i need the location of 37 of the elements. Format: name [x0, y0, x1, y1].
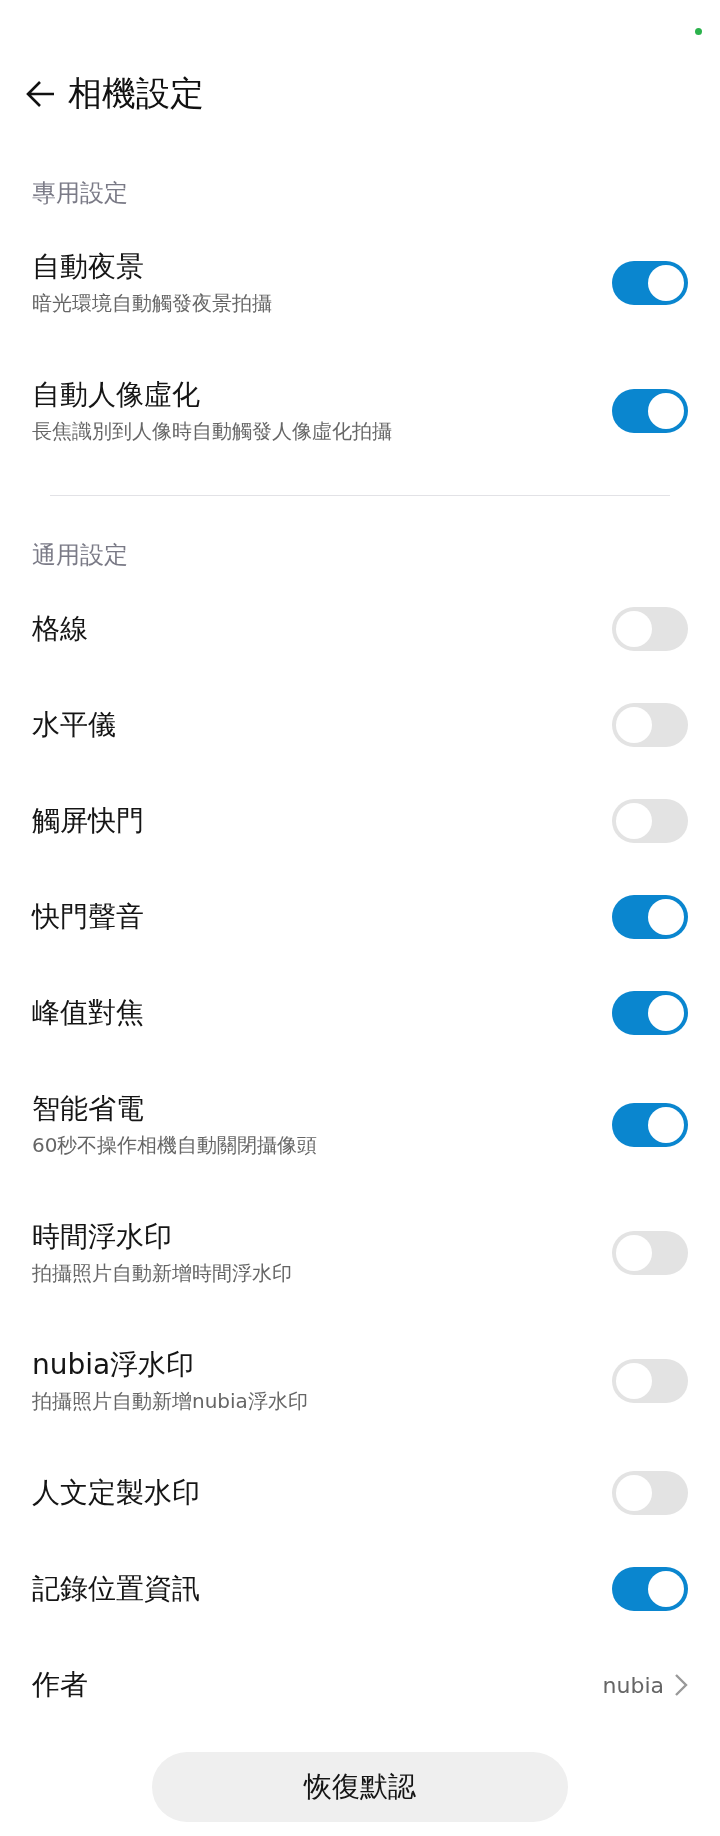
setting-title: 觸屏快門: [32, 803, 145, 839]
toggle-switch[interactable]: [612, 389, 688, 433]
setting-title: 峰值對焦: [32, 995, 145, 1031]
setting-title: 自動人像虛化: [32, 377, 201, 413]
reset-button[interactable]: 恢復默認: [152, 1752, 568, 1822]
toggle-switch[interactable]: [612, 1359, 688, 1403]
toggle-switch[interactable]: [612, 895, 688, 939]
toggle-switch[interactable]: [612, 1471, 688, 1515]
setting-title: 快門聲音: [32, 899, 145, 935]
setting-title: 時間浮水印: [32, 1219, 173, 1255]
section-header: 通用設定: [32, 540, 129, 571]
setting-title: 記錄位置資訊: [32, 1571, 201, 1607]
setting-title: 作者: [32, 1667, 89, 1703]
setting-title: 智能省電: [32, 1091, 145, 1127]
setting-description: 拍攝照片自動新增時間浮水印: [32, 1260, 293, 1287]
setting-title: 自動夜景: [32, 249, 145, 285]
status-dot: [695, 28, 702, 35]
setting-value: nubia: [602, 1672, 664, 1698]
setting-title: nubia浮水印: [32, 1347, 196, 1383]
toggle-switch[interactable]: [612, 1103, 688, 1147]
setting-description: 拍攝照片自動新增nubia浮水印: [32, 1388, 309, 1415]
toggle-switch[interactable]: [612, 607, 688, 651]
toggle-switch[interactable]: [612, 703, 688, 747]
setting-description: 60秒不操作相機自動關閉攝像頭: [32, 1132, 319, 1159]
chevron-right-icon: [674, 1673, 688, 1697]
toggle-switch[interactable]: [612, 1231, 688, 1275]
toggle-switch[interactable]: [612, 261, 688, 305]
toggle-switch[interactable]: [612, 991, 688, 1035]
section-header: 專用設定: [32, 178, 129, 209]
setting-description: 長焦識別到人像時自動觸發人像虛化拍攝: [32, 418, 393, 445]
toggle-switch[interactable]: [612, 799, 688, 843]
setting-title: 人文定製水印: [32, 1475, 201, 1511]
setting-title: 水平儀: [32, 707, 117, 743]
setting-description: 暗光環境自動觸發夜景拍攝: [32, 290, 273, 317]
page-title: 相機設定: [68, 72, 204, 115]
setting-title: 格線: [32, 611, 89, 647]
toggle-switch[interactable]: [612, 1567, 688, 1611]
